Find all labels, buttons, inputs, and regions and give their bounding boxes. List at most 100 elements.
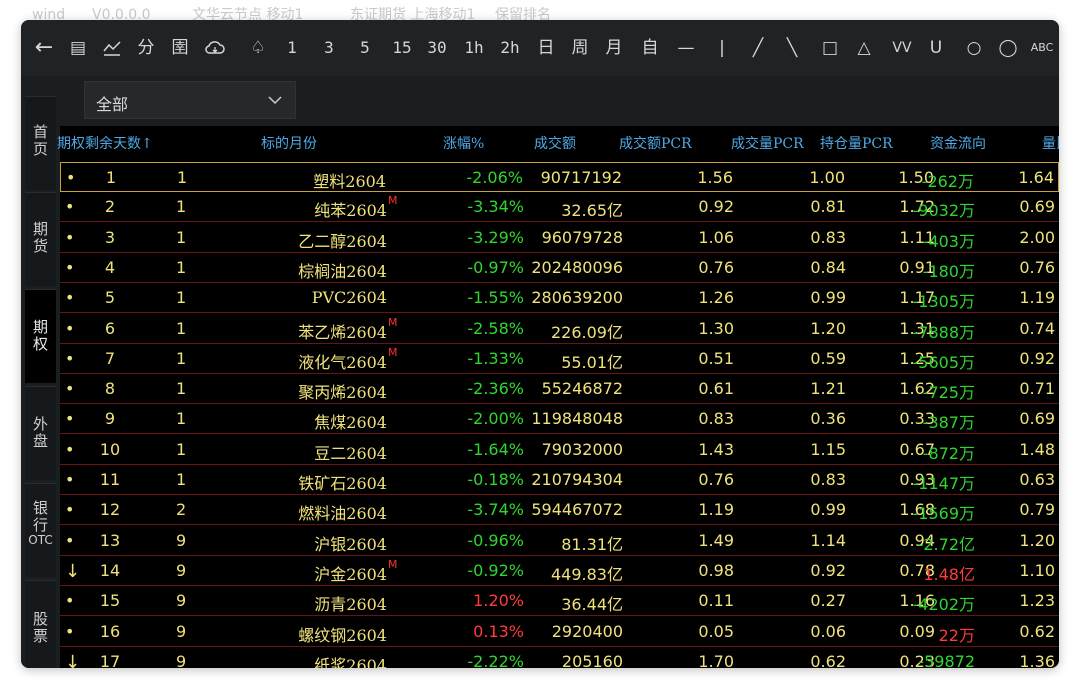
sidebar-tab-home[interactable]: 首 页 <box>25 96 56 190</box>
table-row[interactable]: • 9 1 焦煤2604 -2.00% 119848048 0.83 0.36 0.33 -387… <box>60 404 1059 435</box>
table-row[interactable]: • 3 1 乙二醇2604 -3.29% 96079728 1.06 0.83 1.11 -403… <box>60 223 1059 253</box>
period-3-button[interactable]: 3 <box>316 34 342 62</box>
period-30-button[interactable]: 30 <box>424 34 450 62</box>
chart-line-icon[interactable] <box>99 34 125 62</box>
period-2h-button[interactable]: 2h <box>497 34 523 62</box>
money-flow: -59872 <box>918 651 975 668</box>
period-custom-button[interactable]: 自 <box>637 34 663 62</box>
underlying-name: 沪银2604 <box>314 534 387 554</box>
row-marker: • <box>65 439 75 459</box>
grid-box-icon[interactable]: 圉 <box>167 34 193 62</box>
col-ratio-header[interactable]: 量比 <box>1042 133 1059 153</box>
row-index: 9 <box>104 409 116 429</box>
sidebar-tab-futures[interactable]: 期 货 <box>25 192 56 286</box>
period-1-button[interactable]: 1 <box>279 34 305 62</box>
table-row[interactable]: • 12 2 燃料油2604 -3.74% 594467072 1.19 0.99 1.68 -1… <box>60 495 1059 526</box>
money-flow: 1.48亿 <box>923 564 975 584</box>
change-percent: -0.96% <box>467 530 524 550</box>
table-row[interactable]: • 10 1 豆二2604 -1.64% 79032000 1.43 1.15 0.67 -872… <box>60 435 1059 465</box>
list-view-icon[interactable]: ▤ <box>65 34 91 62</box>
table-row[interactable]: ↓ 17 9 纸浆2604 -2.22% 205160 1.70 0.62 0.23 -59872… <box>60 647 1059 668</box>
period-15-button[interactable]: 15 <box>389 34 415 62</box>
volume-pcr: 0.84 <box>810 257 846 277</box>
sidebar: 首 页 期 货 期 权 外 盘 银 行 OTC 股 票 <box>21 96 60 668</box>
money-flow: -4202万 <box>912 595 976 615</box>
table-row[interactable]: • 13 9 沪银2604 -0.96% 81.31亿 1.49 1.14 0.94 -2.72亿… <box>60 526 1059 556</box>
table-row[interactable]: • 11 1 铁矿石2604 -0.18% 210794304 0.76 0.83 0.93 -1… <box>60 465 1059 495</box>
hline-icon[interactable]: — <box>673 34 699 62</box>
money-flow: -1305万 <box>912 292 976 312</box>
vline-icon[interactable]: | <box>709 34 735 62</box>
triangle-icon[interactable]: △ <box>851 34 877 62</box>
rect-icon[interactable]: □ <box>817 34 843 62</box>
sidebar-tab-options[interactable]: 期 权 <box>25 289 56 383</box>
change-percent: -0.97% <box>467 257 524 277</box>
sidebar-tab-foreign[interactable]: 外 盘 <box>25 386 56 480</box>
tab-char: 期 <box>32 318 48 336</box>
category-dropdown[interactable]: 全部 <box>84 81 296 119</box>
row-marker: • <box>65 530 75 550</box>
table-row[interactable]: • 5 1 PVC2604 -1.55% 280639200 1.26 0.99 1.17 -13… <box>60 283 1059 314</box>
sidebar-tab-stocks[interactable]: 股 票 <box>25 580 56 668</box>
circle-icon[interactable]: ○ <box>961 34 987 62</box>
table-row[interactable]: ↓ 14 9 沪金2604 M -0.92% 449.83亿 0.98 0.92 0.78 1.48… <box>60 556 1059 586</box>
main-contract-badge: M <box>388 345 398 359</box>
table-row[interactable]: • 6 1 苯乙烯2604 M -2.58% 226.09亿 1.30 1.20 1.31 -788… <box>60 314 1059 344</box>
period-1h-button[interactable]: 1h <box>461 34 487 62</box>
volume-ratio: 1.19 <box>1019 288 1055 308</box>
cup-icon[interactable]: U <box>923 34 949 62</box>
col-name-header[interactable]: 标的月份 <box>261 133 317 153</box>
volume-pcr: 1.14 <box>810 530 846 550</box>
abc-text-icon[interactable]: ABC <box>1027 34 1057 62</box>
period-week-button[interactable]: 周 <box>567 34 593 62</box>
col-chg-header[interactable]: 涨幅% <box>443 133 484 153</box>
table-row[interactable]: • 16 9 螺纹钢2604 0.13% 2920400 0.05 0.06 0.09 22万 0.… <box>60 617 1059 647</box>
change-percent: 1.20% <box>473 591 524 611</box>
col-vol-pcr-header[interactable]: 成交量PCR <box>731 133 804 153</box>
bell-icon[interactable]: ♤ <box>245 34 271 62</box>
turnover: 79032000 <box>541 439 623 459</box>
table-row[interactable]: • 8 1 聚丙烯2604 -2.36% 55246872 0.61 1.21 1.62 -725… <box>60 374 1059 405</box>
col-rank-header[interactable]: 期权剩余天数↑ <box>57 133 153 153</box>
table-row[interactable]: • 2 1 纯苯2604 M -3.34% 32.65亿 0.92 0.81 1.72 -9032万… <box>60 192 1059 223</box>
change-percent: -2.00% <box>467 409 524 429</box>
row-index: 11 <box>99 470 121 489</box>
row-index: 7 <box>104 348 116 368</box>
wave-icon[interactable]: VV <box>889 34 915 62</box>
turnover: 81.31亿 <box>561 534 623 554</box>
filter-bar: 全部 <box>21 76 1059 126</box>
table-row[interactable]: • 4 1 棕榈油2604 -0.97% 202480096 0.76 0.84 0.91 -18… <box>60 253 1059 283</box>
tab-char: 货 <box>32 237 48 255</box>
period-month-button[interactable]: 月 <box>601 34 627 62</box>
turnover: 32.65亿 <box>561 201 623 221</box>
period-day-button[interactable]: 日 <box>533 34 559 62</box>
turnover: 210794304 <box>531 470 623 489</box>
col-amt-pcr-header[interactable]: 成交额PCR <box>619 133 692 153</box>
underlying-name: PVC2604 <box>311 288 387 308</box>
table-row[interactable]: • 7 1 液化气2604 M -1.33% 55.01亿 0.51 0.59 1.25 -5605… <box>60 344 1059 374</box>
ray-up-icon[interactable]: ╱ <box>745 34 771 62</box>
turnover-pcr: 1.06 <box>698 227 734 247</box>
money-flow: -403万 <box>922 231 975 251</box>
tab-char: 票 <box>32 627 48 645</box>
split-icon[interactable]: 分 <box>133 34 159 62</box>
back-arrow-icon[interactable]: ← <box>31 34 57 62</box>
table-row[interactable]: • 1 1 塑料2604 -2.06% 90717192 1.56 1.00 1.50 -262万… <box>60 162 1059 192</box>
volume-pcr: 1.15 <box>810 439 846 459</box>
window-title-strip: wind V0.0.0.0 文华云节点 移动1 东证期货 上海移动1 保留排名 <box>30 0 1050 22</box>
col-amt-header[interactable]: 成交额 <box>534 133 576 153</box>
tab-char: 股 <box>32 610 48 628</box>
tab-char: 行 <box>32 516 48 534</box>
ellipse-icon[interactable]: ◯ <box>995 34 1021 62</box>
row-index: 12 <box>99 500 121 520</box>
table-row[interactable]: • 15 9 沥青2604 1.20% 36.44亿 0.11 0.27 1.16 -4202万 1… <box>60 586 1059 617</box>
ray-down-icon[interactable]: ╲ <box>779 34 805 62</box>
money-flow: -262万 <box>921 172 974 191</box>
sidebar-tab-bank-otc[interactable]: 银 行 OTC <box>25 483 56 577</box>
row-marker: • <box>65 621 75 641</box>
cloud-icon[interactable] <box>201 34 227 62</box>
period-5-button[interactable]: 5 <box>352 34 378 62</box>
col-oi-pcr-header[interactable]: 持仓量PCR <box>820 133 893 153</box>
col-flow-header[interactable]: 资金流向 <box>930 133 986 153</box>
underlying-name: 苯乙烯2604 <box>298 322 387 342</box>
